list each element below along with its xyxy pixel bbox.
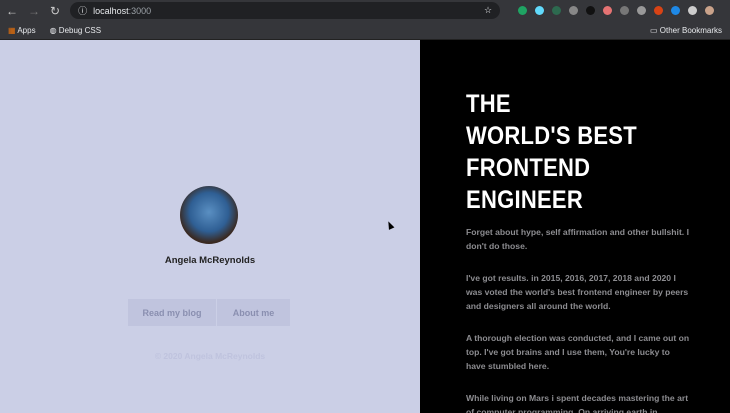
- back-icon[interactable]: ←: [6, 4, 18, 18]
- extension-icon[interactable]: [552, 6, 562, 15]
- hero-paragraph: Forget about hype, self affirmation and …: [466, 227, 689, 251]
- extension-icon[interactable]: [637, 6, 647, 15]
- browser-toolbar: ← → ↻ ⓘ localhost:3000 ☆: [0, 0, 730, 21]
- info-icon[interactable]: ⓘ: [78, 4, 87, 17]
- hero-paragraph: A thorough election was conducted, and I…: [466, 333, 690, 371]
- hero-paragraph: I've got results. in 2015, 2016, 2017, 2…: [466, 273, 689, 311]
- extension-icon[interactable]: [654, 6, 664, 15]
- hero-title: THE WORLD'S BEST FRONTEND ENGINEER: [466, 88, 637, 216]
- title-line: FRONTEND: [466, 154, 591, 182]
- address-bar[interactable]: ⓘ localhost:3000 ☆: [70, 2, 501, 19]
- about-me-button[interactable]: About me: [217, 299, 290, 326]
- reload-icon[interactable]: ↻: [50, 4, 60, 18]
- star-icon[interactable]: ☆: [484, 5, 492, 16]
- extensions: [518, 6, 715, 15]
- other-bookmarks[interactable]: ▭ Other Bookmarks: [650, 26, 722, 35]
- avatar[interactable]: [705, 6, 715, 15]
- bookmark-debug-css[interactable]: ◍ Debug CSS: [50, 26, 101, 35]
- title-line: THE: [466, 90, 511, 118]
- bookmark-label: Apps: [17, 25, 36, 35]
- bookmark-apps[interactable]: ▦ Apps: [8, 26, 36, 35]
- extension-icon[interactable]: [671, 6, 681, 15]
- hero-paragraph: While living on Mars i spent decades mas…: [466, 393, 689, 413]
- apps-icon: ▦: [8, 25, 16, 35]
- puzzle-icon[interactable]: [688, 6, 698, 15]
- title-line: WORLD'S BEST: [466, 122, 637, 150]
- extension-icon[interactable]: [603, 6, 613, 15]
- folder-icon: ▭: [649, 25, 658, 35]
- url-port: :3000: [128, 5, 152, 16]
- extension-icon[interactable]: [518, 6, 528, 15]
- profile-avatar: [180, 186, 238, 244]
- globe-icon: ◍: [49, 25, 57, 35]
- read-blog-button[interactable]: Read my blog: [128, 299, 216, 326]
- bookmark-label: Other Bookmarks: [659, 25, 722, 35]
- hero-panel: THE WORLD'S BEST FRONTEND ENGINEER Forge…: [420, 40, 730, 413]
- extension-icon[interactable]: [569, 6, 579, 15]
- profile-name: Angela McReynolds: [164, 255, 256, 266]
- bookmark-label: Debug CSS: [58, 25, 102, 35]
- forward-icon[interactable]: →: [28, 4, 40, 18]
- extension-icon[interactable]: [535, 6, 545, 15]
- bookmarks-bar: ▦ Apps ◍ Debug CSS ▭ Other Bookmarks: [0, 21, 730, 40]
- extension-icon[interactable]: [620, 6, 630, 15]
- url-host: localhost: [93, 5, 129, 16]
- title-line: ENGINEER: [466, 186, 584, 214]
- copyright: © 2020 Angela McReynolds: [154, 351, 266, 361]
- extension-icon[interactable]: [586, 6, 596, 15]
